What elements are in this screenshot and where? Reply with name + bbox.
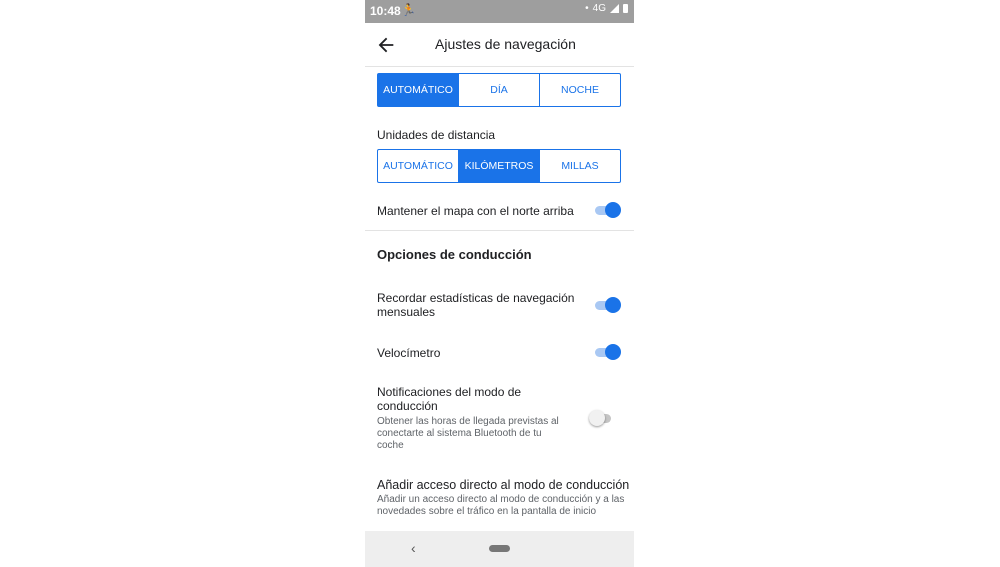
status-bar: 10:48 🏃 • 4G [365,0,634,23]
driving-notifications-toggle[interactable] [589,410,613,426]
nav-back-icon[interactable]: ‹ [411,540,416,556]
units-option-kilometers[interactable]: KILÓMETROS [459,150,540,182]
toggle-knob [605,344,621,360]
mode-option-automatic[interactable]: AUTOMÁTICO [378,74,459,106]
toggle-knob [589,410,605,426]
speedometer-label: Velocímetro [377,346,441,360]
monthly-stats-label: Recordar estadísticas de navegación mens… [377,291,575,319]
north-up-toggle[interactable] [595,202,621,218]
section-divider [365,230,634,231]
units-option-miles[interactable]: MILLAS [540,150,620,182]
signal-icon [610,4,619,13]
speedometer-toggle[interactable] [595,344,621,360]
page-title: Ajustes de navegación [435,36,576,52]
app-bar: Ajustes de navegación [365,23,634,67]
toggle-knob [605,202,621,218]
toggle-knob [605,297,621,313]
driving-section-title: Opciones de conducción [377,247,532,262]
status-icons: • 4G [585,3,628,14]
north-up-label: Mantener el mapa con el norte arriba [377,204,574,218]
system-nav-bar: ‹ [365,531,634,567]
mode-option-day[interactable]: DÍA [459,74,540,106]
driving-notifications-label: Notificaciones del modo de conducción [377,385,522,413]
back-arrow-icon[interactable] [375,34,397,56]
status-time: 10:48 [370,4,401,18]
driving-notifications-description: Obtener las horas de llegada previstas a… [377,416,559,451]
distance-units-label: Unidades de distancia [377,128,496,142]
driving-shortcut-description: Añadir un acceso directo al modo de cond… [377,494,625,517]
phone-screen: 10:48 🏃 • 4G Ajustes de navegación AUTOM… [365,0,634,567]
units-option-automatic[interactable]: AUTOMÁTICO [378,150,459,182]
dot-icon: • [585,3,589,14]
theme-mode-selector: AUTOMÁTICO DÍA NOCHE [377,73,621,107]
network-label: 4G [592,3,606,14]
mode-option-night[interactable]: NOCHE [540,74,620,106]
driving-shortcut-label[interactable]: Añadir acceso directo al modo de conducc… [377,478,629,492]
distance-units-selector: AUTOMÁTICO KILÓMETROS MILLAS [377,149,621,183]
battery-icon [623,4,628,13]
running-icon: 🏃 [401,3,416,17]
nav-home-pill-icon[interactable] [489,545,510,552]
monthly-stats-toggle[interactable] [595,297,621,313]
